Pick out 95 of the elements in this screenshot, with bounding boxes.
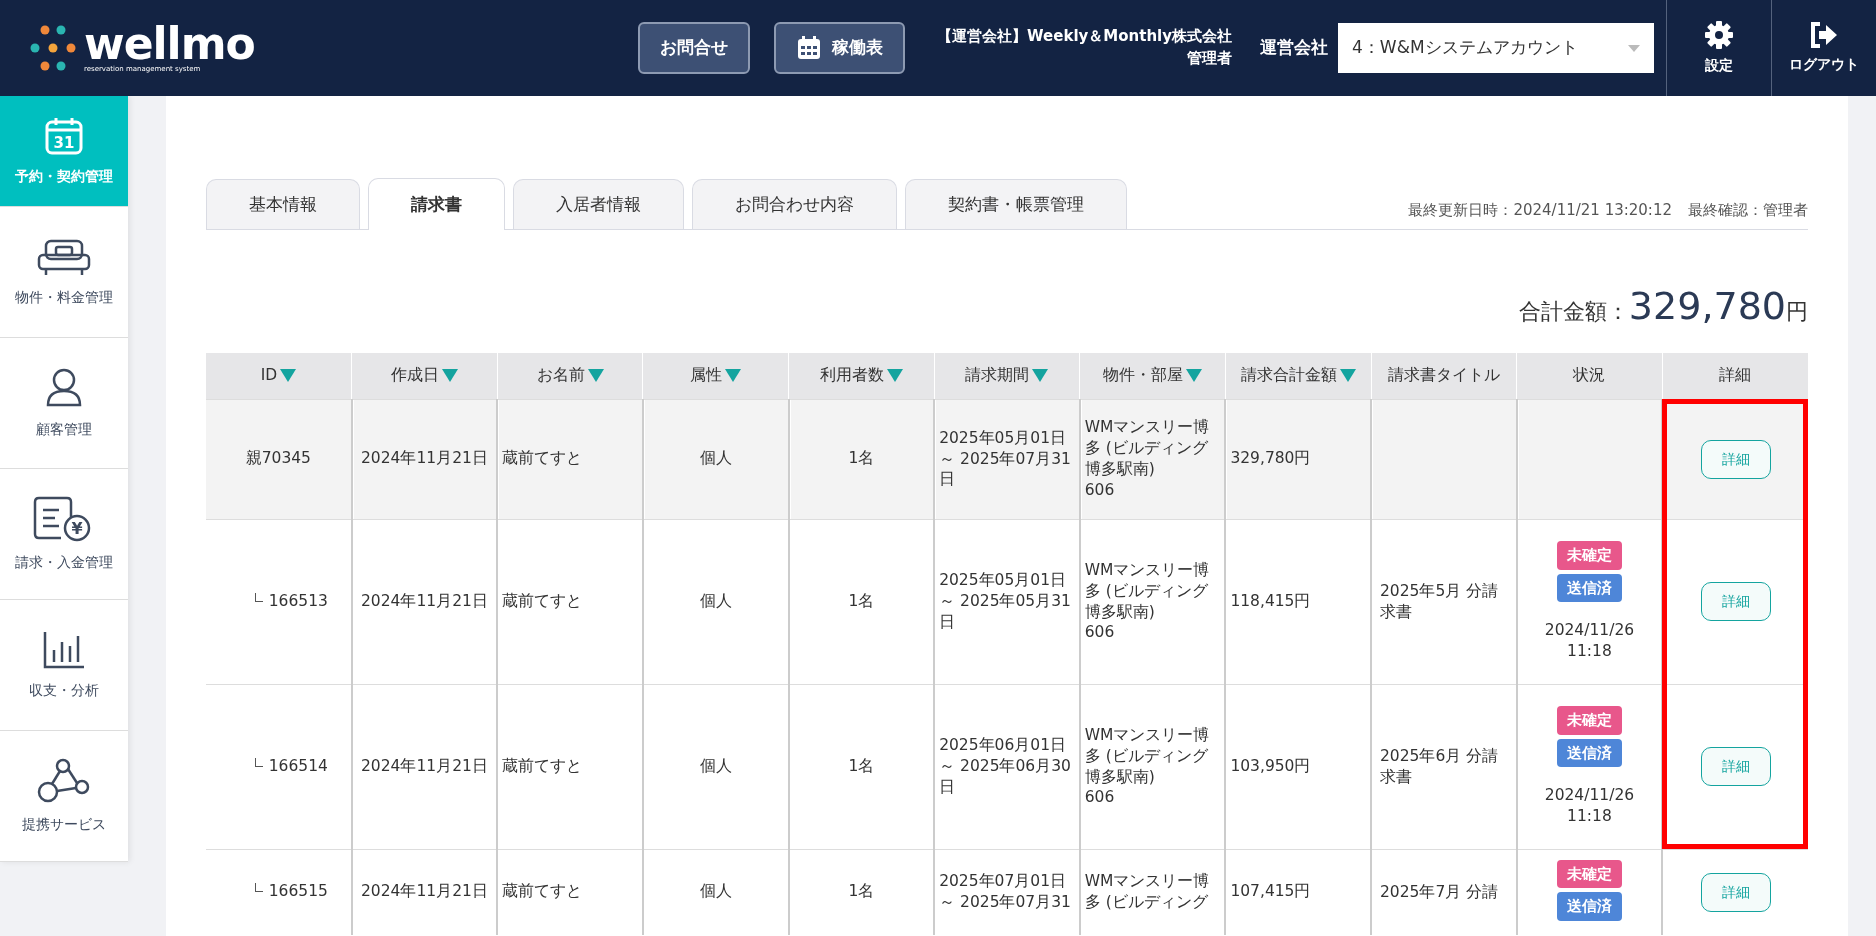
property-room: WMマンスリー博 多 (ビルディング 博多駅南) 606: [1084, 724, 1211, 809]
column-header: 詳細: [1662, 353, 1808, 399]
column-header[interactable]: 利用者数: [788, 353, 935, 399]
amount-text: 329,780円: [1230, 449, 1311, 468]
sidebar-item[interactable]: 物件・料金管理: [0, 207, 128, 338]
column-header: 状況: [1516, 353, 1663, 399]
attribute-text: 個人: [699, 882, 732, 901]
sort-icon[interactable]: [587, 369, 604, 383]
user-count: 1名: [848, 756, 875, 775]
select-label: 運営会社: [1260, 36, 1328, 60]
tab[interactable]: 入居者情報: [513, 179, 684, 229]
tree-branch-icon: [254, 757, 263, 767]
sidebar-item[interactable]: 顧客管理: [0, 338, 128, 469]
property-room: WMマンスリー博 多 (ビルディング 博多駅南) 606: [1084, 417, 1211, 501]
logo-dots-icon: [30, 25, 76, 71]
column-header[interactable]: 作成日: [351, 353, 498, 399]
bar-chart-icon: [42, 629, 86, 670]
currency-unit: 円: [1786, 298, 1808, 326]
settings-icon: [1705, 20, 1733, 49]
status-badge: 未確定: [1556, 706, 1622, 735]
sort-icon[interactable]: [1032, 369, 1049, 383]
user-count: 1名: [848, 882, 875, 901]
attribute-text: 個人: [699, 449, 732, 468]
header-button[interactable]: お問合せ: [638, 22, 751, 74]
column-header[interactable]: 物件・部屋: [1079, 353, 1226, 399]
calendar-icon: [796, 35, 823, 61]
status-date: 2024/11/26 11:18: [1543, 785, 1636, 827]
status-badge: 未確定: [1556, 859, 1622, 888]
sort-icon[interactable]: [725, 369, 742, 383]
column-header[interactable]: 請求期間: [934, 353, 1080, 399]
billing-period: 2025年06月01日 ～ 2025年06月30 日: [939, 735, 1072, 798]
column-header: 請求書タイトル: [1371, 353, 1517, 399]
sidebar-item[interactable]: 収支・分析: [0, 600, 128, 731]
column-header[interactable]: 属性: [642, 353, 789, 399]
header-button[interactable]: 稼働表: [774, 22, 906, 74]
sort-icon[interactable]: [441, 369, 458, 383]
id-text: 166513: [268, 591, 328, 610]
status-badge: 未確定: [1556, 541, 1622, 570]
status-date: 2024/11/26 11:18: [1543, 620, 1636, 662]
company-select[interactable]: 4：W&Mシステムアカウント: [1338, 23, 1654, 73]
user-count: 1名: [848, 449, 875, 468]
id-text: 166514: [268, 756, 328, 775]
date-text: 2024年11月21日: [361, 756, 488, 775]
tree-branch-icon: [254, 592, 263, 602]
status-badge: 送信済: [1556, 573, 1622, 603]
attribute-text: 個人: [699, 591, 732, 610]
invoice-title: 2025年7月 分請: [1380, 881, 1500, 903]
id-text: 166515: [268, 882, 328, 901]
status-badge: 送信済: [1556, 892, 1622, 921]
property-room: WMマンスリー博 多 (ビルディング 博多駅南) 606: [1084, 559, 1211, 644]
caret-icon: [1628, 44, 1640, 52]
tree-branch-icon: [254, 883, 263, 893]
company-name: 【運営会社】Weekly＆Monthly株式会社: [937, 26, 1232, 48]
property-room: WMマンスリー博 多 (ビルディング: [1084, 871, 1211, 913]
tab[interactable]: お問合わせ内容: [692, 179, 897, 229]
user-count: 1名: [848, 591, 875, 610]
logout-icon: [1810, 21, 1838, 48]
column-header[interactable]: ID: [206, 353, 352, 399]
billing-period: 2025年05月01日 ～ 2025年07月31 日: [939, 427, 1072, 491]
date-text: 2024年11月21日: [361, 882, 488, 901]
date-text: 2024年11月21日: [361, 449, 488, 468]
tab[interactable]: 基本情報: [206, 179, 360, 229]
user-role: 管理者: [1186, 48, 1232, 69]
person-icon: [44, 366, 84, 409]
customer-name: 蔵前てすと: [502, 756, 583, 775]
customer-name: 蔵前てすと: [502, 449, 583, 468]
attribute-text: 個人: [699, 756, 732, 775]
sort-icon[interactable]: [280, 369, 297, 383]
share-nodes-icon: [36, 757, 92, 804]
date-text: 2024年11月21日: [361, 591, 488, 610]
sidebar-item[interactable]: 提携サービス: [0, 731, 128, 862]
invoice-title: 2025年6月 分請 求書: [1380, 745, 1500, 788]
tab[interactable]: 請求書: [368, 178, 505, 230]
billing-period: 2025年05月01日 ～ 2025年05月31 日: [939, 570, 1072, 633]
sort-icon[interactable]: [1186, 369, 1203, 383]
status-badge: 送信済: [1556, 738, 1622, 768]
sidebar-item[interactable]: ¥ 請求・入金管理: [0, 469, 128, 600]
tab[interactable]: 契約書・帳票管理: [905, 179, 1127, 229]
logo-wordmark: wellmo: [84, 21, 255, 66]
id-text: 親70345: [245, 449, 311, 468]
total-amount: 329,780: [1628, 283, 1786, 330]
invoice-title: 2025年5月 分請 求書: [1380, 580, 1500, 623]
sort-icon[interactable]: [1339, 369, 1356, 383]
column-header[interactable]: 請求合計金額: [1225, 353, 1371, 399]
customer-name: 蔵前てすと: [502, 591, 583, 610]
sort-icon[interactable]: [886, 369, 903, 383]
billing-period: 2025年07月01日 ～ 2025年07月31: [939, 871, 1072, 913]
amount-text: 103,950円: [1230, 756, 1311, 775]
amount-text: 107,415円: [1230, 882, 1311, 901]
customer-name: 蔵前てすと: [502, 882, 583, 901]
last-confirmed-text: 最終確認：管理者: [1688, 199, 1808, 221]
total-label: 合計金額：: [1518, 298, 1629, 326]
amount-text: 118,415円: [1230, 591, 1311, 610]
column-header[interactable]: お名前: [497, 353, 643, 399]
last-updated-text: 最終更新日時：2024/11/21 13:20:12: [1408, 199, 1672, 221]
